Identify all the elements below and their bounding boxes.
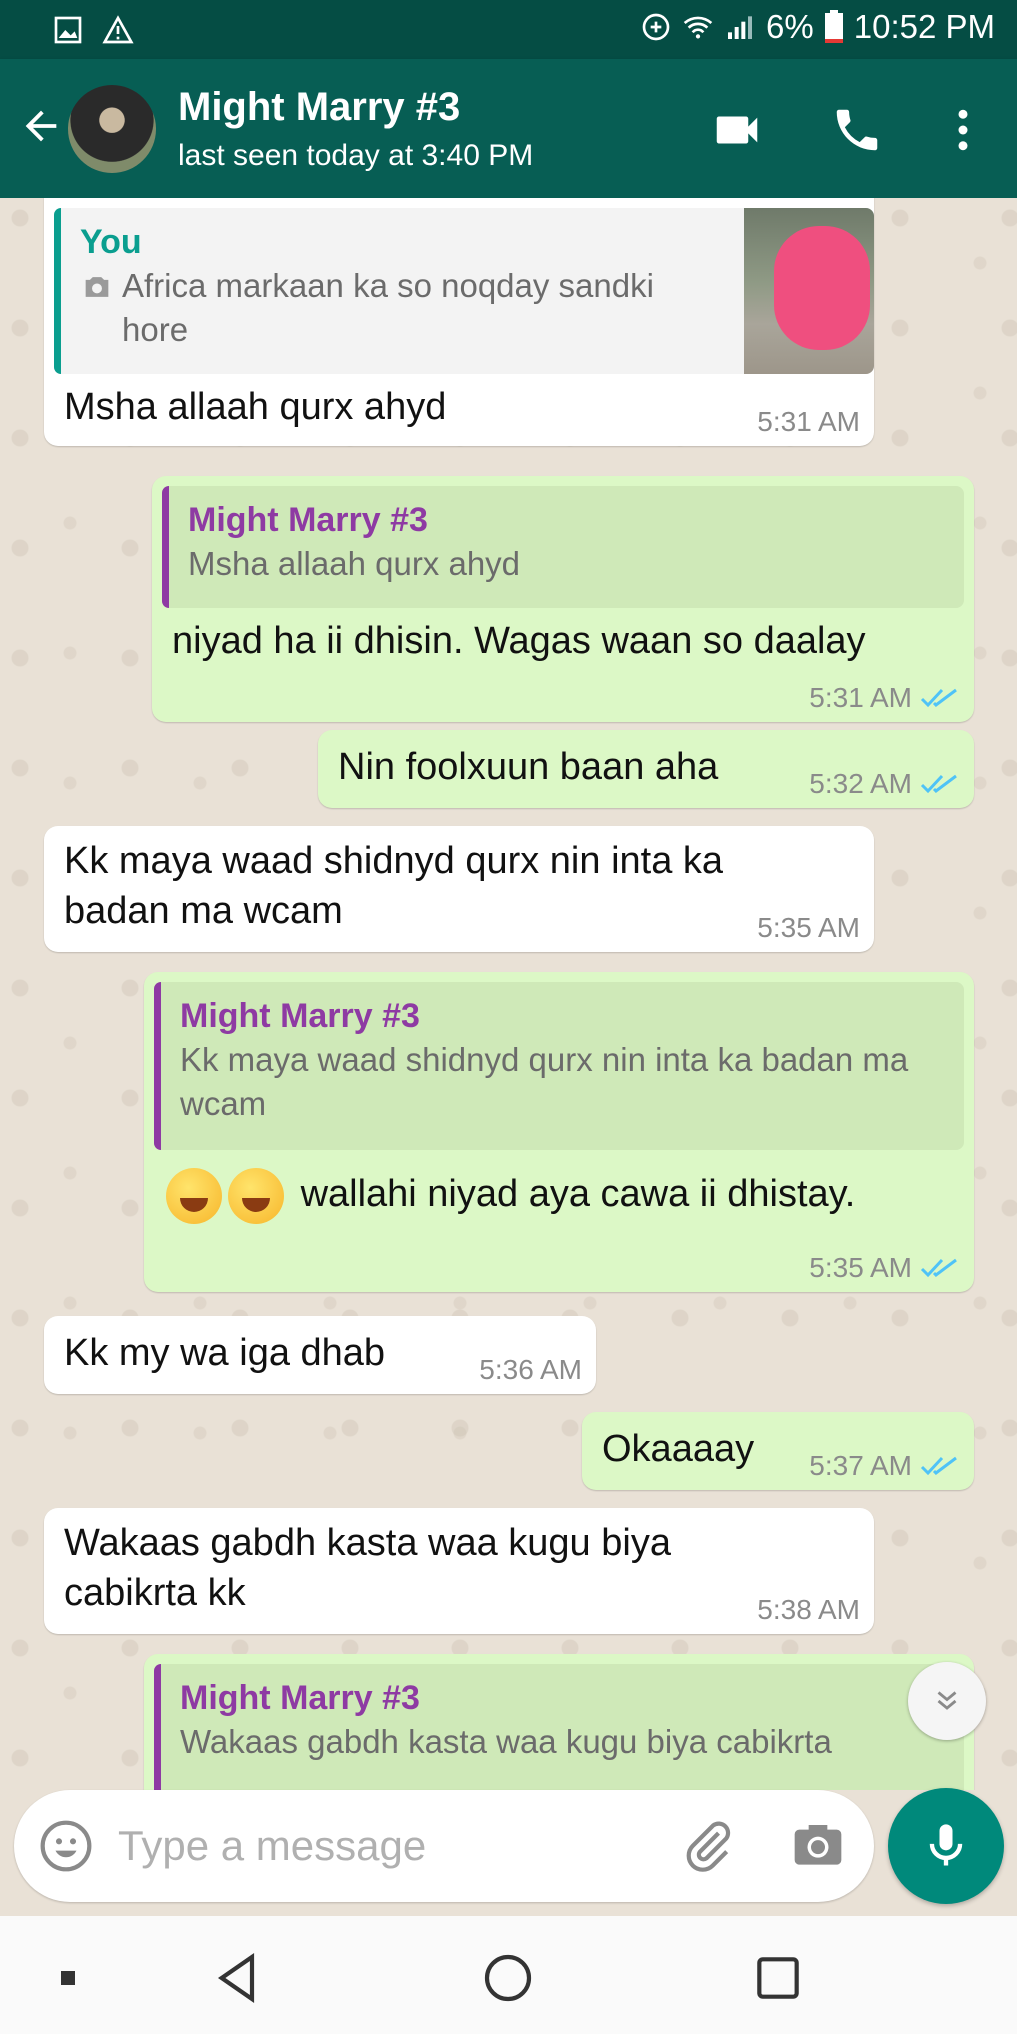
quoted-image-thumbnail	[744, 208, 874, 374]
data-saver-icon	[642, 13, 670, 41]
message-outgoing[interactable]: Might Marry #3 Wakaas gabdh kasta waa ku…	[144, 1654, 974, 1790]
back-arrow-icon[interactable]	[18, 103, 64, 149]
message-outgoing[interactable]: Might Marry #3 Msha allaah qurx ahyd niy…	[152, 476, 974, 722]
chat-header: Might Marry #3 last seen today at 3:40 P…	[0, 59, 1017, 198]
last-seen-status: last seen today at 3:40 PM	[178, 139, 534, 172]
read-ticks-icon	[920, 774, 957, 794]
quote-text: Msha allaah qurx ahyd	[188, 545, 521, 582]
quote-author: Might Marry #3	[180, 997, 420, 1035]
more-options-icon[interactable]	[936, 103, 990, 157]
message-text: wallahi niyad aya cawa ii dhistay.	[300, 1173, 856, 1216]
message-time: 5:37 AM	[809, 1450, 960, 1482]
message-text: Wakaas gabdh kasta waa kugu biya cabikrt…	[64, 1522, 671, 1614]
rolling-laughing-emoji-icon	[228, 1168, 284, 1224]
scroll-to-bottom-button[interactable]	[908, 1662, 986, 1740]
quote-author: Might Marry #3	[180, 1679, 420, 1717]
quote-text: Wakaas gabdh kasta waa kugu biya cabikrt…	[180, 1723, 832, 1760]
message-time: 5:35 AM	[809, 1252, 960, 1284]
status-bar: 6% 10:52 PM	[0, 0, 1017, 59]
read-ticks-icon	[920, 1258, 957, 1278]
quoted-message[interactable]: Might Marry #3 Wakaas gabdh kasta waa ku…	[154, 1664, 964, 1790]
voice-message-button[interactable]	[888, 1788, 1004, 1904]
message-text: Kk maya waad shidnyd qurx nin inta ka ba…	[64, 840, 724, 932]
message-outgoing[interactable]: Okaaaay 5:37 AM	[582, 1412, 974, 1490]
nav-back-icon[interactable]	[210, 1950, 266, 2006]
system-navigation-bar	[0, 1916, 1017, 2034]
read-ticks-icon	[920, 1456, 957, 1476]
status-bar-right: 6% 10:52 PM	[640, 8, 995, 46]
nav-recents-icon[interactable]	[750, 1950, 806, 2006]
nav-home-icon[interactable]	[480, 1950, 536, 2006]
quoted-message[interactable]: You Africa markaan ka so noqday sandki h…	[54, 208, 874, 374]
wifi-icon	[683, 16, 713, 39]
double-chevron-down-icon	[937, 1691, 957, 1710]
battery-percent: 6%	[766, 8, 814, 45]
chat-messages[interactable]: You Africa markaan ka so noqday sandki h…	[0, 198, 1017, 1790]
quoted-message[interactable]: Might Marry #3 Kk maya waad shidnyd qurx…	[154, 982, 964, 1150]
emoji-icon[interactable]	[38, 1818, 94, 1874]
quoted-message[interactable]: Might Marry #3 Msha allaah qurx ahyd	[162, 486, 964, 608]
image-icon	[54, 16, 82, 44]
voice-call-icon[interactable]	[830, 103, 884, 157]
message-outgoing[interactable]: Nin foolxuun baan aha 5:32 AM	[318, 730, 974, 808]
quote-text: Kk maya waad shidnyd qurx nin inta ka ba…	[180, 1041, 909, 1122]
message-incoming[interactable]: Kk maya waad shidnyd qurx nin inta ka ba…	[44, 826, 874, 952]
message-time: 5:31 AM	[809, 682, 960, 714]
camera-icon[interactable]	[790, 1818, 846, 1874]
quote-author: You	[80, 223, 142, 261]
nav-dot-icon	[61, 1971, 75, 1985]
message-time: 5:32 AM	[809, 768, 960, 800]
message-time: 5:35 AM	[757, 912, 860, 943]
signal-icon	[728, 16, 753, 39]
message-time: 5:38 AM	[757, 1594, 860, 1625]
message-input[interactable]	[118, 1814, 658, 1878]
message-time: 5:31 AM	[757, 406, 860, 437]
message-incoming[interactable]: Wakaas gabdh kasta waa kugu biya cabikrt…	[44, 1508, 874, 1634]
contact-avatar[interactable]	[68, 85, 156, 173]
camera-small-icon	[85, 277, 109, 297]
message-incoming[interactable]: You Africa markaan ka so noqday sandki h…	[44, 198, 874, 446]
quote-author: Might Marry #3	[188, 501, 428, 539]
message-time: 5:36 AM	[479, 1354, 582, 1385]
contact-name[interactable]: Might Marry #3	[178, 85, 460, 130]
message-text-row: wallahi niyad aya cawa ii dhistay.	[154, 1168, 964, 1224]
microphone-icon	[929, 1824, 963, 1866]
clock: 10:52 PM	[853, 8, 995, 45]
message-text: niyad ha ii dhisin. Wagas waan so daalay	[172, 620, 866, 662]
message-composer	[14, 1790, 874, 1902]
message-incoming[interactable]: Kk my wa iga dhab 5:36 AM	[44, 1316, 596, 1394]
warning-icon	[102, 15, 134, 44]
video-call-icon[interactable]	[710, 103, 764, 157]
rolling-laughing-emoji-icon	[166, 1168, 222, 1224]
message-outgoing[interactable]: Might Marry #3 Kk maya waad shidnyd qurx…	[144, 972, 974, 1292]
battery-icon	[824, 10, 843, 43]
status-bar-left	[52, 14, 134, 46]
message-text: Msha allaah qurx ahyd	[64, 386, 447, 428]
read-ticks-icon	[920, 688, 957, 708]
quote-text-row: Africa markaan ka so noqday sandki hore	[80, 264, 680, 352]
quote-text: Africa markaan ka so noqday sandki hore	[122, 267, 654, 348]
attach-icon[interactable]	[680, 1818, 736, 1874]
